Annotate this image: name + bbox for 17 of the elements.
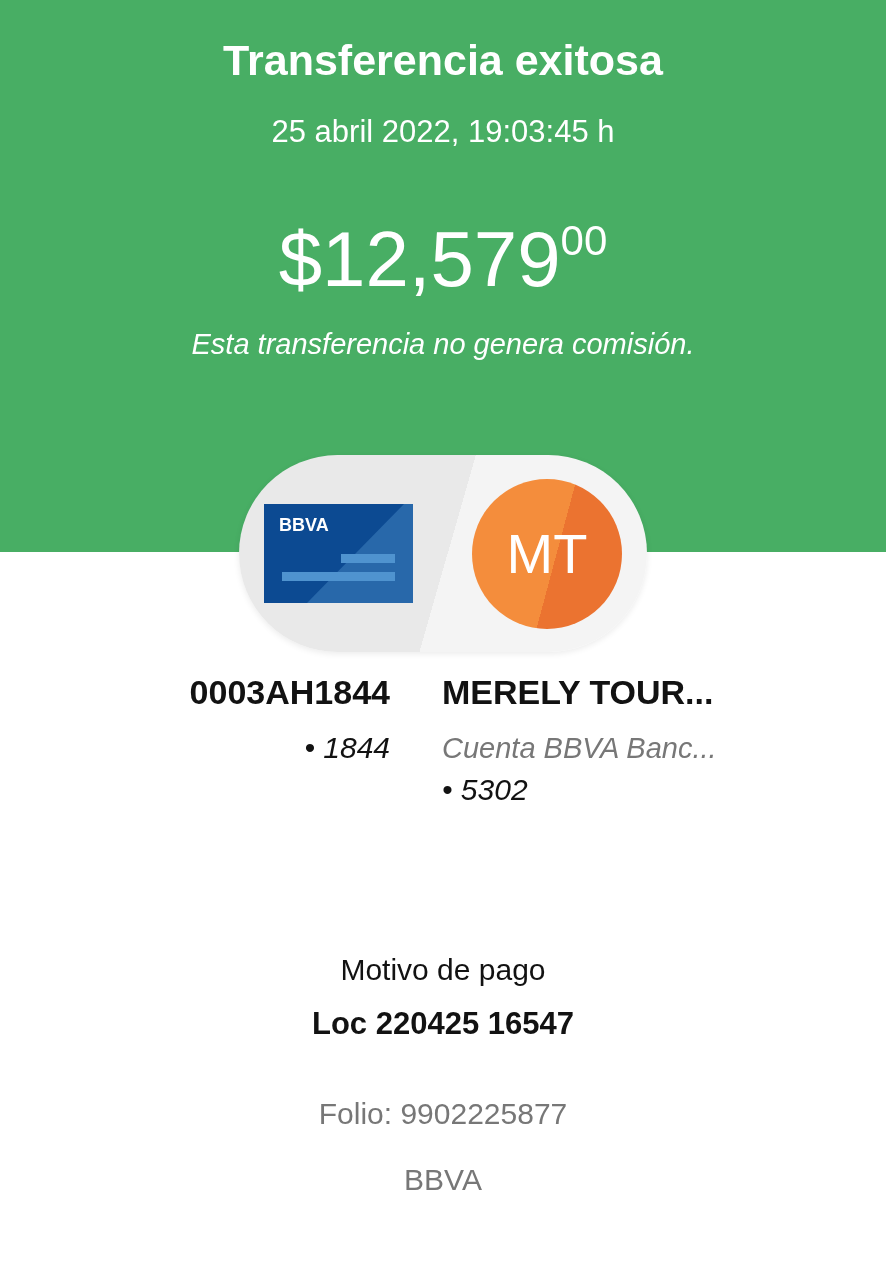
destination-account: • 5302 xyxy=(442,772,528,808)
origin-name: 0003AH1844 xyxy=(189,672,390,713)
amount: $12,579 xyxy=(278,214,561,304)
origin-account: • 1844 xyxy=(304,730,390,766)
card-brand: BBVA xyxy=(279,514,329,536)
bank-card-icon xyxy=(264,504,413,603)
avatar: MT xyxy=(472,478,622,629)
screen-title: Transferencia exitosa xyxy=(223,35,663,86)
folio-number: Folio: 9902225877 xyxy=(318,1096,568,1132)
commission-note: Esta transferencia no genera comisión. xyxy=(191,327,695,362)
destination-bank: Cuenta BBVA Banc... xyxy=(442,731,717,766)
payment-reason-label: Motivo de pago xyxy=(340,952,546,988)
amount-cents: 00 xyxy=(560,216,608,266)
bank-name: BBVA xyxy=(404,1162,482,1198)
destination-name: MERELY TOUR... xyxy=(442,672,714,713)
date-time: 25 abril 2022, 19:03:45 h xyxy=(271,113,615,151)
payment-reason: Loc 220425 16547 xyxy=(312,1005,574,1043)
